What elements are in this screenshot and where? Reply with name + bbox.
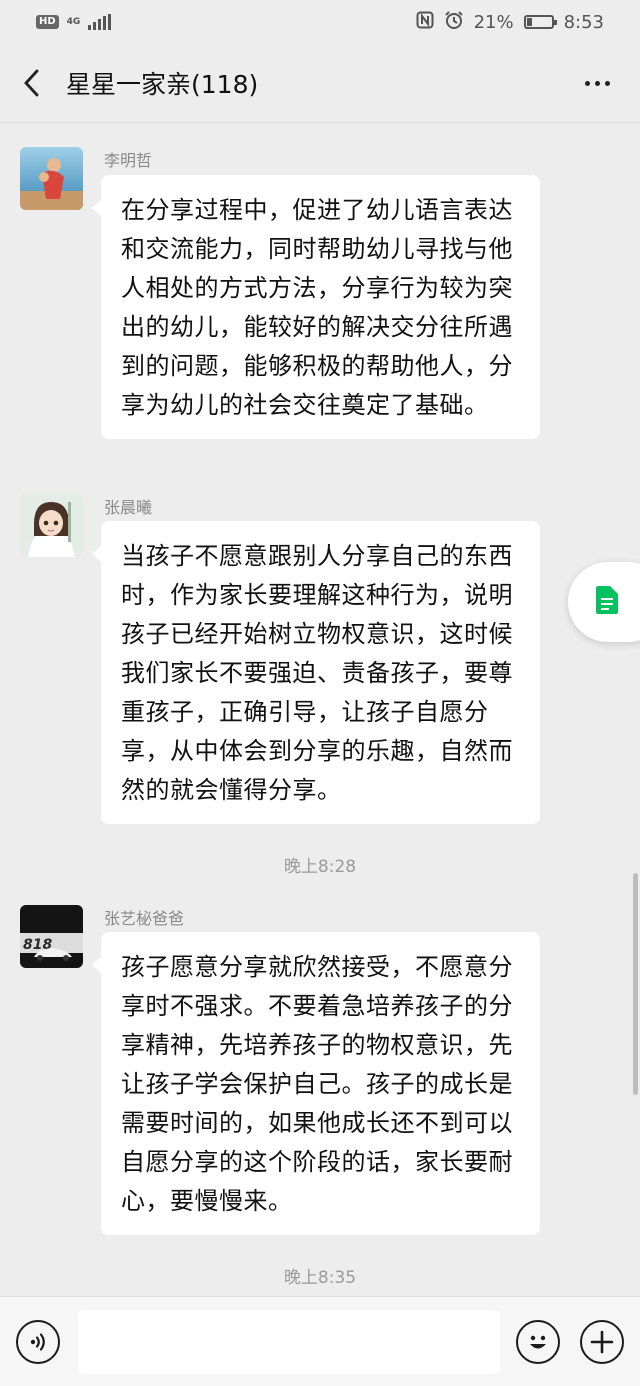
scrollbar[interactable] [633, 873, 638, 1095]
input-bar [0, 1296, 640, 1386]
time-stamp: 晚上8:35 [283, 1268, 357, 1288]
sender-name: 李明哲 [104, 151, 153, 170]
message-bubble[interactable]: 当孩子不愿意跟别人分享自己的东西时，作为家长要理解这种行为，说明孩子已经开始树立… [92, 521, 540, 824]
back-icon[interactable] [22, 68, 46, 98]
voice-icon[interactable] [16, 1319, 60, 1364]
battery-icon [523, 15, 557, 29]
avatar[interactable] [20, 494, 83, 557]
signal-icon [88, 14, 112, 30]
nav-bar: 星星一家亲(118) [0, 44, 640, 122]
time-stamp: 晚上8:28 [283, 857, 357, 877]
status-bar: HD 4G 21% 8:53 [0, 0, 640, 44]
status-left: HD 4G [36, 14, 112, 30]
avatar[interactable]: 818 [20, 905, 83, 968]
document-icon [596, 586, 618, 618]
floating-doc-button[interactable] [568, 562, 640, 642]
avatar[interactable] [20, 147, 83, 210]
message-input[interactable] [78, 1309, 500, 1374]
status-right: 21% 8:53 [416, 10, 604, 35]
hd-badge: HD [36, 15, 59, 29]
sender-name: 张艺柲爸爸 [104, 909, 185, 928]
nfc-icon [416, 11, 434, 34]
chat-title: 星星一家亲(118) [66, 70, 259, 99]
clock: 8:53 [563, 11, 604, 33]
nav-divider [0, 122, 640, 123]
message-bubble[interactable]: 孩子愿意分享就欣然接受，不愿意分享时不强求。不要着急培养孩子的分享精神，先培养孩… [92, 932, 540, 1235]
more-icon[interactable] [585, 80, 618, 86]
plus-icon[interactable] [580, 1319, 624, 1364]
sender-name: 张晨曦 [104, 498, 153, 517]
battery-fill [526, 18, 532, 26]
network-type: 4G [66, 16, 81, 27]
battery-percent: 21% [473, 11, 514, 33]
emoji-icon[interactable] [516, 1319, 560, 1364]
alarm-icon [444, 10, 464, 35]
message-bubble[interactable]: 在分享过程中，促进了幼儿语言表达和交流能力，同时帮助幼儿寻找与他人相处的方式方法… [92, 175, 540, 439]
